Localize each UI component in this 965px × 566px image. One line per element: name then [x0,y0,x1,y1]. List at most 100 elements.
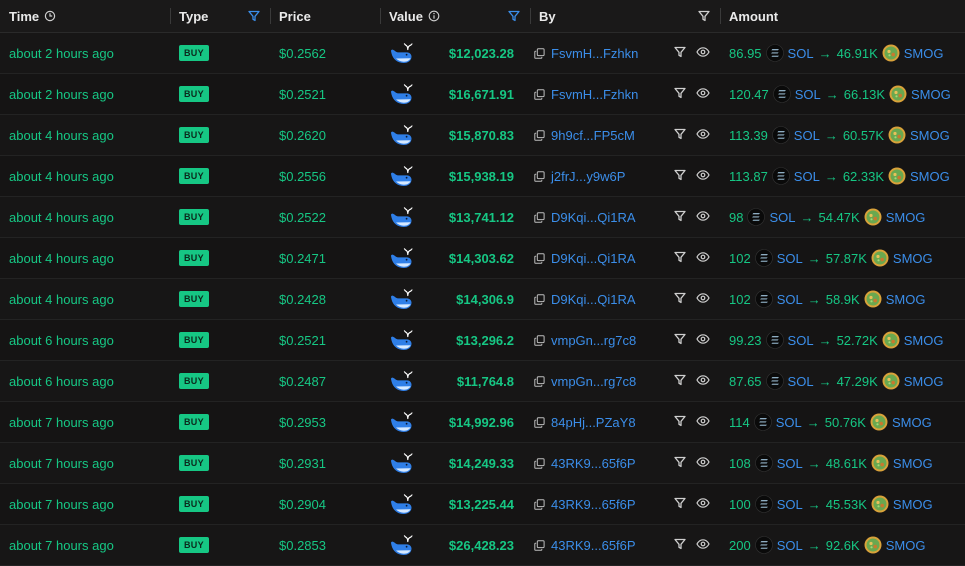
copy-icon[interactable] [534,539,545,551]
copy-icon[interactable] [534,416,545,428]
token-out-symbol[interactable]: SMOG [904,374,944,389]
table-row[interactable]: about 2 hours ago BUY $0.2521 $16,671.91… [0,74,965,115]
filter-icon[interactable] [674,210,686,225]
token-in-symbol[interactable]: SOL [794,169,820,184]
maker-link[interactable]: vmpGn...rg7c8 [551,333,636,348]
copy-icon[interactable] [534,47,545,59]
filter-icon[interactable] [674,169,686,184]
token-in-symbol[interactable]: SOL [795,87,821,102]
maker-link[interactable]: 43RK9...65f6P [551,538,636,553]
filter-icon[interactable] [674,87,686,102]
token-in-symbol[interactable]: SOL [777,497,803,512]
maker-link[interactable]: FsvmH...Fzhkn [551,46,638,61]
table-row[interactable]: about 7 hours ago BUY $0.2931 $14,249.33… [0,443,965,484]
eye-icon[interactable] [696,169,710,184]
header-value[interactable]: Value [380,0,530,32]
filter-icon[interactable] [674,292,686,307]
eye-icon[interactable] [696,538,710,553]
eye-icon[interactable] [696,128,710,143]
token-in-symbol[interactable]: SOL [769,210,795,225]
maker-link[interactable]: 43RK9...65f6P [551,497,636,512]
maker-link[interactable]: 9h9cf...FP5cM [551,128,635,143]
eye-icon[interactable] [696,374,710,389]
filter-icon[interactable] [674,538,686,553]
token-in-symbol[interactable]: SOL [794,128,820,143]
token-in-symbol[interactable]: SOL [788,46,814,61]
copy-icon[interactable] [534,334,545,346]
eye-icon[interactable] [696,292,710,307]
token-in-symbol[interactable]: SOL [777,538,803,553]
clock-icon[interactable] [44,10,56,22]
token-out-symbol[interactable]: SMOG [911,87,951,102]
copy-icon[interactable] [534,252,545,264]
filter-icon[interactable] [674,374,686,389]
table-row[interactable]: about 7 hours ago BUY $0.2953 $14,992.96… [0,402,965,443]
filter-icon[interactable] [674,497,686,512]
token-out-symbol[interactable]: SMOG [886,292,926,307]
filter-icon[interactable] [674,415,686,430]
header-time[interactable]: Time [0,0,170,32]
copy-icon[interactable] [534,498,545,510]
eye-icon[interactable] [696,456,710,471]
token-in-symbol[interactable]: SOL [777,251,803,266]
copy-icon[interactable] [534,211,545,223]
token-out-symbol[interactable]: SMOG [886,538,926,553]
eye-icon[interactable] [696,210,710,225]
filter-icon[interactable] [674,456,686,471]
filter-icon[interactable] [674,251,686,266]
info-icon[interactable] [428,10,440,22]
header-price[interactable]: Price [270,0,380,32]
token-in-symbol[interactable]: SOL [788,374,814,389]
token-out-symbol[interactable]: SMOG [893,497,933,512]
filter-icon[interactable] [698,10,710,22]
token-in-symbol[interactable]: SOL [777,456,803,471]
table-row[interactable]: about 6 hours ago BUY $0.2521 $13,296.2 … [0,320,965,361]
eye-icon[interactable] [696,251,710,266]
header-type[interactable]: Type [170,0,270,32]
eye-icon[interactable] [696,497,710,512]
copy-icon[interactable] [534,293,545,305]
copy-icon[interactable] [534,129,545,141]
table-row[interactable]: about 4 hours ago BUY $0.2556 $15,938.19… [0,156,965,197]
table-row[interactable]: about 7 hours ago BUY $0.2904 $13,225.44… [0,484,965,525]
filter-icon[interactable] [248,10,260,22]
token-out-symbol[interactable]: SMOG [904,46,944,61]
table-row[interactable]: about 6 hours ago BUY $0.2487 $11,764.8 … [0,361,965,402]
table-row[interactable]: about 4 hours ago BUY $0.2620 $15,870.83… [0,115,965,156]
table-row[interactable]: about 7 hours ago BUY $0.2853 $26,428.23… [0,525,965,566]
filter-icon[interactable] [508,10,520,22]
maker-link[interactable]: D9Kqi...Qi1RA [551,251,636,266]
token-out-symbol[interactable]: SMOG [893,251,933,266]
token-in-symbol[interactable]: SOL [777,292,803,307]
token-out-symbol[interactable]: SMOG [904,333,944,348]
token-in-symbol[interactable]: SOL [788,333,814,348]
table-row[interactable]: about 4 hours ago BUY $0.2522 $13,741.12… [0,197,965,238]
maker-link[interactable]: D9Kqi...Qi1RA [551,292,636,307]
eye-icon[interactable] [696,415,710,430]
table-row[interactable]: about 4 hours ago BUY $0.2428 $14,306.9 … [0,279,965,320]
eye-icon[interactable] [696,87,710,102]
token-out-symbol[interactable]: SMOG [910,128,950,143]
maker-link[interactable]: 84pHj...PZaY8 [551,415,636,430]
eye-icon[interactable] [696,46,710,61]
maker-link[interactable]: vmpGn...rg7c8 [551,374,636,389]
maker-link[interactable]: j2frJ...y9w6P [551,169,625,184]
header-by[interactable]: By [530,0,720,32]
token-out-symbol[interactable]: SMOG [893,456,933,471]
maker-link[interactable]: D9Kqi...Qi1RA [551,210,636,225]
token-in-symbol[interactable]: SOL [776,415,802,430]
table-row[interactable]: about 2 hours ago BUY $0.2562 $12,023.28… [0,33,965,74]
token-out-symbol[interactable]: SMOG [886,210,926,225]
maker-link[interactable]: FsvmH...Fzhkn [551,87,638,102]
eye-icon[interactable] [696,333,710,348]
copy-icon[interactable] [534,375,545,387]
token-out-symbol[interactable]: SMOG [910,169,950,184]
header-amount[interactable]: Amount [720,0,965,32]
filter-icon[interactable] [674,128,686,143]
copy-icon[interactable] [534,88,545,100]
table-row[interactable]: about 4 hours ago BUY $0.2471 $14,303.62… [0,238,965,279]
filter-icon[interactable] [674,333,686,348]
token-out-symbol[interactable]: SMOG [892,415,932,430]
maker-link[interactable]: 43RK9...65f6P [551,456,636,471]
copy-icon[interactable] [534,457,545,469]
